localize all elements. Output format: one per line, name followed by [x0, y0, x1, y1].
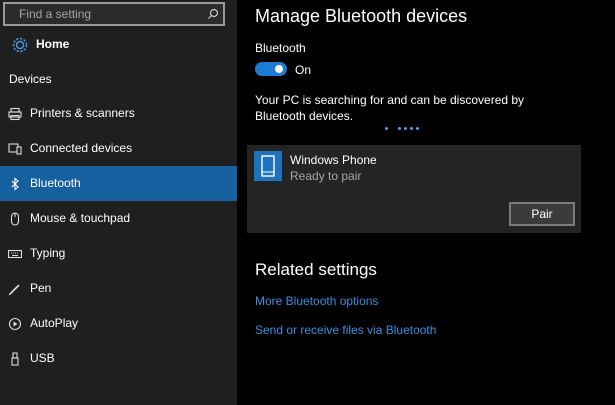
progress-dot — [404, 127, 407, 130]
bluetooth-toggle-label: Bluetooth — [255, 41, 306, 55]
sidebar-item-label: Bluetooth — [30, 176, 81, 190]
pair-button[interactable]: Pair — [509, 202, 575, 226]
sidebar-item-label: Connected devices — [30, 141, 133, 155]
printer-icon — [8, 107, 22, 121]
more-bluetooth-options-link[interactable]: More Bluetooth options — [255, 294, 378, 308]
sidebar-item-label: USB — [30, 351, 55, 365]
progress-dot — [416, 127, 419, 130]
home-link[interactable]: Home — [0, 30, 237, 60]
toggle-state-text: On — [295, 63, 312, 77]
usb-icon — [11, 352, 19, 366]
sidebar-item-usb[interactable]: USB — [0, 341, 237, 376]
pen-icon — [8, 284, 20, 296]
mouse-icon — [10, 212, 20, 226]
sidebar-item-typing[interactable]: Typing — [0, 236, 237, 271]
search-placeholder: Find a setting — [19, 7, 92, 21]
sidebar-item-label: Typing — [30, 246, 66, 260]
bluetooth-toggle[interactable] — [255, 62, 287, 76]
section-label: Devices — [9, 72, 52, 86]
search-icon — [208, 8, 219, 19]
sidebar-item-label: AutoPlay — [30, 316, 79, 330]
searching-status-text: Your PC is searching for and can be disc… — [255, 93, 525, 123]
sidebar-item-pen[interactable]: Pen — [0, 271, 237, 306]
sidebar-item-label: Pen — [30, 281, 52, 295]
sidebar-item-printers-scanners[interactable]: Printers & scanners — [0, 96, 237, 131]
bluetooth-icon — [11, 177, 19, 191]
keyboard-icon — [8, 249, 22, 259]
main-pane: Manage Bluetooth devices Bluetooth On Yo… — [237, 0, 615, 405]
send-receive-files-link[interactable]: Send or receive files via Bluetooth — [255, 323, 436, 337]
sidebar-item-connected-devices[interactable]: Connected devices — [0, 131, 237, 166]
progress-dot — [410, 127, 413, 130]
progress-dot — [385, 127, 388, 130]
related-settings-title: Related settings — [255, 260, 377, 279]
device-name: Windows Phone — [290, 153, 377, 167]
home-label: Home — [36, 37, 70, 51]
autoplay-icon — [8, 317, 22, 331]
page-title: Manage Bluetooth devices — [255, 6, 468, 26]
sidebar-item-mouse-touchpad[interactable]: Mouse & touchpad — [0, 201, 237, 236]
sidebar-item-autoplay[interactable]: AutoPlay — [0, 306, 237, 341]
toggle-knob — [275, 65, 283, 73]
sidebar-item-label: Printers & scanners — [30, 106, 135, 120]
gear-icon — [12, 37, 28, 53]
phone-icon — [254, 151, 282, 181]
device-card-windows-phone[interactable]: Windows Phone Ready to pair Pair — [247, 145, 581, 233]
sidebar: Find a setting Home Devices Printers & s… — [0, 0, 237, 405]
progress-dot — [398, 127, 401, 130]
sidebar-item-bluetooth[interactable]: Bluetooth — [0, 166, 237, 201]
searching-progress-dots — [385, 125, 425, 131]
sidebar-item-label: Mouse & touchpad — [30, 211, 131, 225]
search-input[interactable]: Find a setting — [3, 2, 225, 26]
devices-icon — [8, 143, 22, 155]
device-status: Ready to pair — [290, 169, 362, 183]
